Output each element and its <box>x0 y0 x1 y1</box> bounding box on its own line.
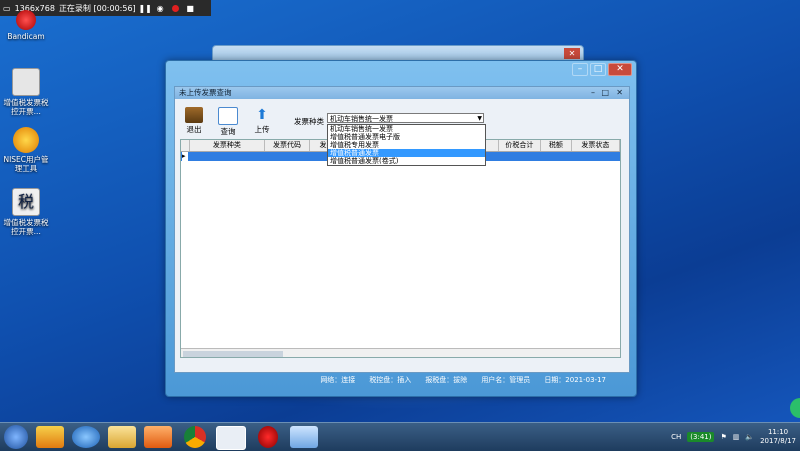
query-label: 查询 <box>220 127 236 136</box>
invoice-type-label: 发票种类 <box>294 117 324 126</box>
close-icon[interactable]: ✕ <box>608 63 632 76</box>
camera-icon[interactable]: ◉ <box>155 3 166 14</box>
ie-icon[interactable] <box>72 426 100 448</box>
upload-arrow-icon: ⬆ <box>256 107 268 123</box>
exit-label: 退出 <box>186 125 202 134</box>
desktop-icon-tax-invoice-2[interactable]: 税 增值税发票税控开票... <box>2 188 50 236</box>
dropdown-option[interactable]: 机动车销售统一发票 <box>328 125 485 133</box>
start-button[interactable] <box>4 425 28 449</box>
desktop-icon-label: NISEC用户管理工具 <box>3 155 49 173</box>
recorder-status: 正在录制 [00:00:56] <box>58 3 136 13</box>
clock-date: 2017/8/17 <box>760 437 796 445</box>
desktop-icon-bandicam[interactable]: Bandicam <box>2 10 50 41</box>
minimize-icon[interactable]: – <box>591 87 595 99</box>
invoice-type-select[interactable]: 机动车销售统一发票 ▼ <box>327 113 484 123</box>
maximize-icon[interactable]: □ <box>590 63 606 76</box>
tax-app-icon[interactable] <box>216 426 246 450</box>
grid-scrollbar-area <box>181 348 620 357</box>
row-pointer-icon: ▸ <box>182 152 188 161</box>
upload-button[interactable]: ⬆ 上传 <box>249 107 275 137</box>
dropdown-option[interactable]: 增值税普通发票(卷式) <box>328 157 485 165</box>
shield-icon <box>13 127 39 153</box>
desktop-icon-nisec[interactable]: NISEC用户管理工具 <box>2 127 50 173</box>
column-header[interactable]: 发票代码 <box>265 140 311 151</box>
pause-icon[interactable]: ❚❚ <box>138 3 151 14</box>
record-dot-icon[interactable] <box>170 3 181 14</box>
invoice-query-window: 未上传发票查询 – □ ✕ 退出 查询 ⬆ 上传 发票种类 机动车销售统一发票 … <box>174 86 630 373</box>
upload-label: 上传 <box>254 125 270 134</box>
invoice-type-dropdown: 机动车销售统一发票 增值税普通发票电子版 增值税专用发票 增值税普通发票 增值税… <box>327 124 486 166</box>
exit-button[interactable]: 退出 <box>181 107 207 137</box>
printer-icon <box>12 68 40 96</box>
close-icon[interactable]: ✕ <box>564 48 580 59</box>
dropdown-option[interactable]: 增值税专用发票 <box>328 141 485 149</box>
dropdown-option-highlighted[interactable]: 增值税普通发票 <box>328 149 485 157</box>
query-button[interactable]: 查询 <box>215 107 241 137</box>
system-tray: CH (3:41) ⚑ ▥ 🔈 11:10 2017/8/17 <box>671 423 796 451</box>
clock[interactable]: 11:10 2017/8/17 <box>760 428 796 446</box>
column-header[interactable]: 发票种类 <box>190 140 265 151</box>
row-indicator-header <box>181 140 190 151</box>
media-player-icon[interactable] <box>144 426 172 448</box>
column-header[interactable]: 税额 <box>541 140 572 151</box>
status-user: 用户名：管理员 <box>481 376 531 384</box>
desktop-icon-label: Bandicam <box>7 32 45 41</box>
bandicam-record-icon[interactable] <box>258 426 278 448</box>
desktop-icon-label: 增值税发票税控开票... <box>3 218 49 236</box>
horizontal-scrollbar[interactable] <box>183 351 283 357</box>
chrome-icon[interactable] <box>184 426 206 448</box>
ime-indicator[interactable]: (3:41) <box>687 432 715 442</box>
status-network: 网络：连接 <box>320 376 356 384</box>
stop-icon[interactable]: ■ <box>185 3 196 14</box>
window-title: 未上传发票查询 <box>179 88 232 97</box>
taskbar: CH (3:41) ⚑ ▥ 🔈 11:10 2017/8/17 <box>0 422 800 451</box>
column-header[interactable]: 发票状态 <box>572 140 621 151</box>
desktop-icon-tax-invoice[interactable]: 增值税发票税控开票... <box>2 68 50 116</box>
remote-desktop-icon[interactable] <box>290 426 318 448</box>
status-date: 日期：2021-03-17 <box>544 376 606 384</box>
network-icon[interactable]: ▥ <box>733 433 740 441</box>
floating-widget-icon[interactable] <box>790 398 800 418</box>
flag-icon[interactable]: ⚑ <box>720 433 726 441</box>
exit-door-icon <box>185 107 203 123</box>
invoice-grid: 发票种类 发票代码 发票号 价税合计 税额 发票状态 ▸ <box>180 139 621 358</box>
clock-time: 11:10 <box>767 428 789 436</box>
status-report-disk: 报税盘：拔除 <box>425 376 468 384</box>
folder-icon[interactable] <box>108 426 136 448</box>
tax-logo-icon: 税 <box>12 188 40 216</box>
column-header[interactable]: 价税合计 <box>499 140 542 151</box>
chevron-down-icon[interactable]: ▼ <box>477 114 482 124</box>
desktop-icon-label: 增值税发票税控开票... <box>3 98 49 116</box>
taskbar-app-media-icon[interactable] <box>36 426 64 448</box>
query-window-icon <box>218 107 238 125</box>
select-value: 机动车销售统一发票 <box>330 115 393 123</box>
volume-icon[interactable]: 🔈 <box>745 433 754 441</box>
minimize-icon[interactable]: – <box>572 63 588 76</box>
close-icon[interactable]: ✕ <box>616 87 623 99</box>
language-indicator[interactable]: CH <box>671 433 681 441</box>
status-bar: 网络：连接 税控盘：插入 报税盘：拔除 用户名：管理员 日期：2021-03-1… <box>174 373 628 387</box>
dropdown-option[interactable]: 增值税普通发票电子版 <box>328 133 485 141</box>
bandicam-icon <box>16 10 36 30</box>
window-titlebar: 未上传发票查询 – □ ✕ <box>175 87 629 99</box>
status-tax-disk: 税控盘：插入 <box>369 376 412 384</box>
maximize-icon[interactable]: □ <box>601 87 609 99</box>
